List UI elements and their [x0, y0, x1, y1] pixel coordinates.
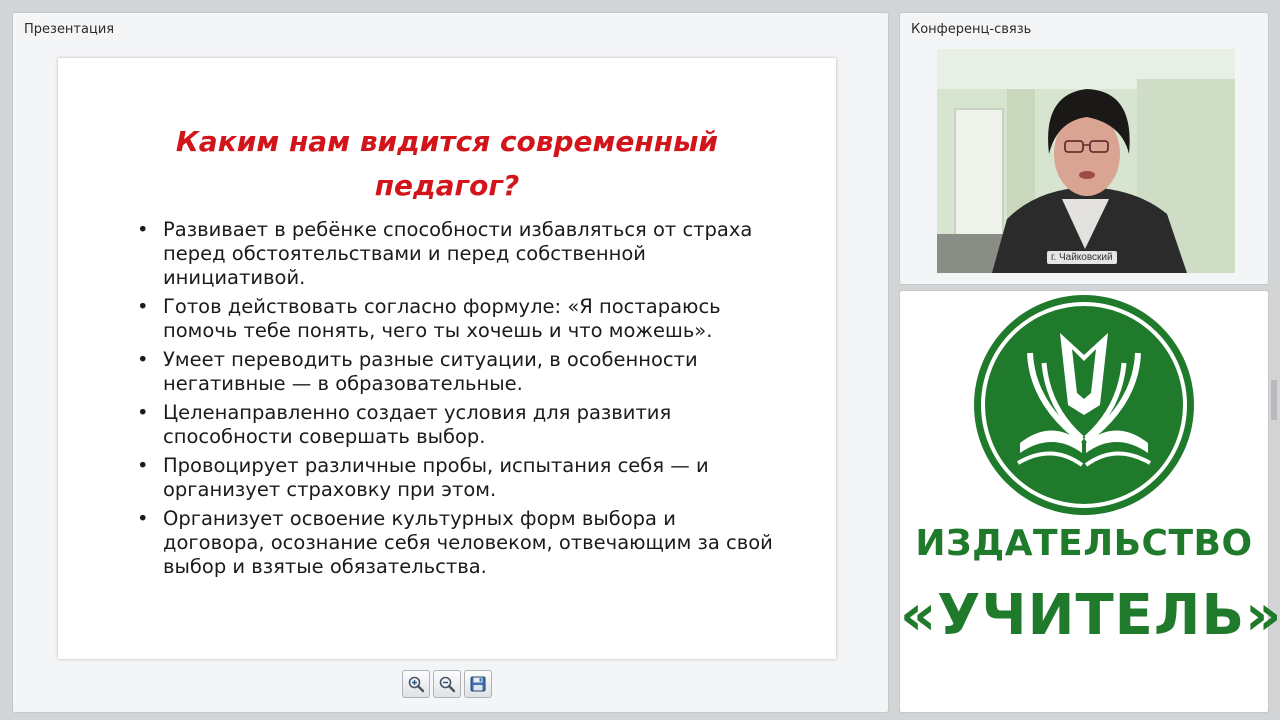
presentation-toolbar — [402, 670, 492, 700]
save-button[interactable] — [464, 670, 492, 698]
slide-bullet: Развивает в ребёнке способности избавлят… — [133, 218, 783, 290]
publisher-logo — [974, 295, 1194, 515]
slide-title-line-1: Каким нам видится современный — [175, 125, 719, 158]
presentation-panel-title: Презентация — [24, 22, 115, 37]
publisher-name-line-1: ИЗДАТЕЛЬСТВО — [915, 523, 1253, 564]
slide-bullet-list: Развивает в ребёнке способности избавлят… — [133, 218, 783, 584]
zoom-out-button[interactable] — [433, 670, 461, 698]
zoom-out-icon — [439, 676, 456, 693]
presentation-panel: Презентация Каким нам видится современны… — [12, 12, 889, 713]
webcam-video: г. Чайковский — [937, 49, 1235, 273]
floppy-disk-icon — [470, 676, 486, 692]
conference-panel: Конференц-связь г. Чайковский — [899, 12, 1269, 285]
slide-bullet: Умеет переводить разные ситуации, в особ… — [133, 348, 783, 396]
slide-bullet: Готов действовать согласно формуле: «Я п… — [133, 295, 783, 343]
presentation-slide: Каким нам видится современный педагог? Р… — [58, 58, 836, 659]
publisher-name-line-2: «УЧИТЕЛЬ» — [900, 583, 1280, 648]
slide-bullet: Организует освоение культурных форм выбо… — [133, 507, 783, 579]
right-edge-scroll-handle[interactable] — [1271, 380, 1277, 420]
video-location-caption: г. Чайковский — [1047, 251, 1117, 264]
zoom-in-button[interactable] — [402, 670, 430, 698]
conference-panel-title: Конференц-связь — [911, 22, 1032, 37]
slide-bullet: Целенаправленно создает условия для разв… — [133, 401, 783, 449]
speaker-video-image — [937, 49, 1235, 273]
slide-bullet: Провоцирует различные пробы, испытания с… — [133, 454, 783, 502]
slide-title-line-2: педагог? — [374, 169, 520, 202]
slide-title: Каким нам видится современный педагог? — [58, 120, 836, 208]
publisher-panel: ИЗДАТЕЛЬСТВО «УЧИТЕЛЬ» — [899, 290, 1280, 713]
zoom-in-icon — [408, 676, 425, 693]
